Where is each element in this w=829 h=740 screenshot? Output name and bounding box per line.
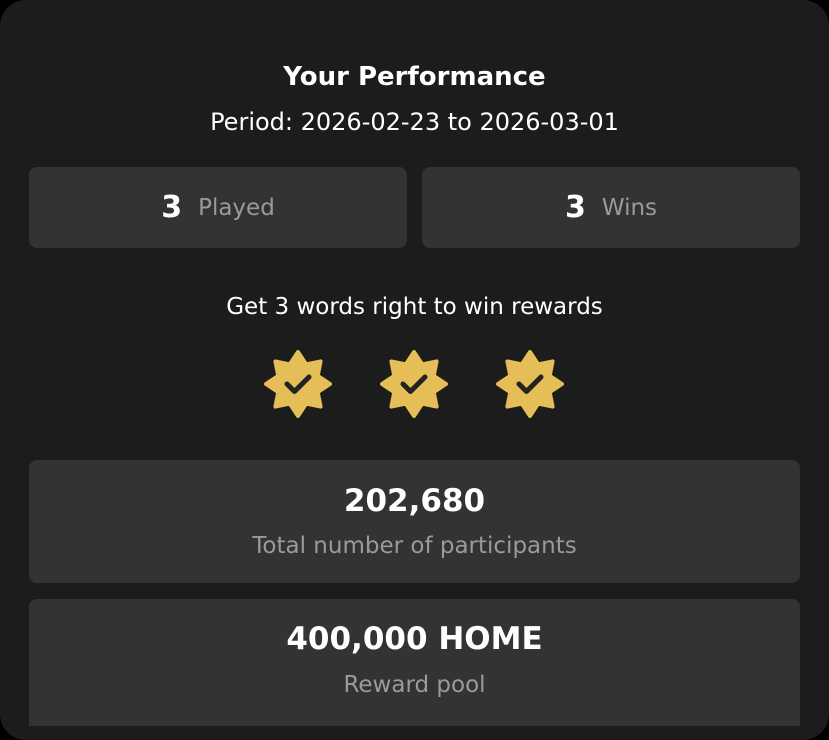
reward-pool-panel: 400,000 HOME Reward pool bbox=[29, 599, 800, 726]
badge-shape bbox=[380, 350, 448, 418]
verified-check-badge-icon bbox=[496, 350, 564, 418]
reward-rule-text: Get 3 words right to win rewards bbox=[226, 294, 603, 320]
period-range: Period: 2026-02-23 to 2026-03-01 bbox=[210, 108, 619, 136]
wins-count: 3 bbox=[564, 190, 586, 225]
badge-shape bbox=[264, 350, 332, 418]
participants-count: 202,680 bbox=[343, 483, 486, 519]
wins-stat: 3 Wins bbox=[422, 167, 800, 248]
verified-check-badge-icon bbox=[380, 350, 448, 418]
played-label: Played bbox=[198, 194, 275, 221]
wins-label: Wins bbox=[601, 194, 658, 221]
reward-pool-label: Reward pool bbox=[343, 672, 486, 698]
verified-check-badge-icon bbox=[264, 350, 332, 418]
performance-card: Your Performance Period: 2026-02-23 to 2… bbox=[0, 0, 829, 740]
reward-pool-amount: 400,000 HOME bbox=[286, 621, 543, 657]
word-badges bbox=[0, 350, 829, 418]
participants-panel: 202,680 Total number of participants bbox=[29, 460, 800, 583]
badge-shape bbox=[496, 350, 564, 418]
played-stat: 3 Played bbox=[29, 167, 407, 248]
page-title: Your Performance bbox=[283, 62, 546, 92]
participants-label: Total number of participants bbox=[252, 533, 577, 559]
played-count: 3 bbox=[161, 190, 183, 225]
